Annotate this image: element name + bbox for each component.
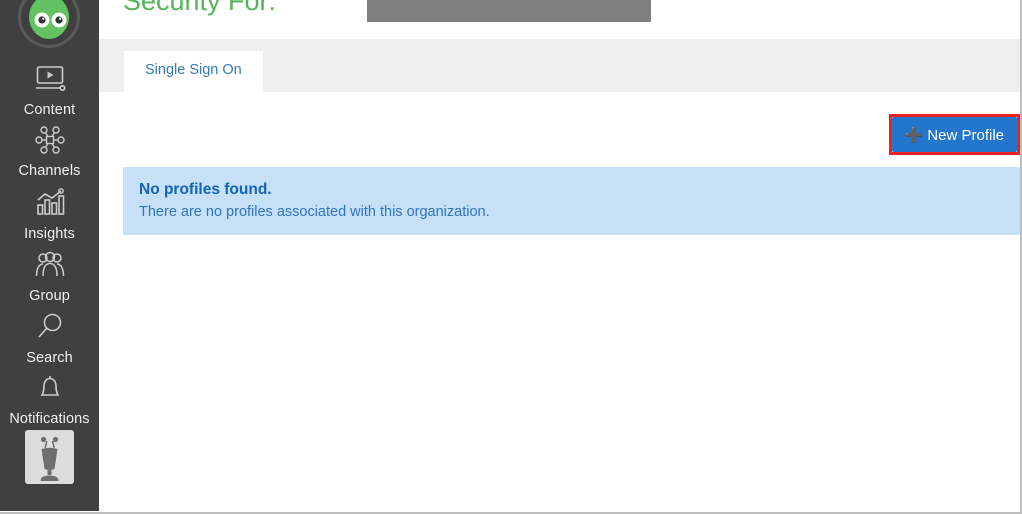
sidebar-item-content[interactable]: Content: [0, 64, 99, 118]
magnifier-icon: [0, 312, 99, 346]
sidebar-item-label: Notifications: [9, 411, 90, 427]
sidebar-item-group[interactable]: Group: [0, 250, 99, 304]
no-profiles-alert: No profiles found. There are no profiles…: [123, 167, 1020, 235]
plus-icon: ➕: [904, 126, 924, 144]
sidebar-item-search[interactable]: Search: [0, 312, 99, 366]
tab-single-sign-on[interactable]: Single Sign On: [124, 51, 263, 92]
new-profile-button-label: New Profile: [927, 126, 1004, 144]
app-window: Content Channels Insights Group Search N…: [0, 0, 1022, 514]
bar-chart-trend-icon: [0, 188, 99, 222]
content-toolbar: ➕ New Profile: [99, 92, 1020, 165]
green-alien-logo[interactable]: [18, 0, 80, 48]
bell-icon: [0, 373, 99, 407]
alert-message: There are no profiles associated with th…: [139, 204, 490, 220]
channels-network-icon: [0, 125, 99, 159]
new-profile-button[interactable]: ➕ New Profile: [891, 117, 1017, 152]
sidebar-navigation: Content Channels Insights Group Search N…: [0, 0, 99, 511]
people-group-icon: [0, 250, 99, 284]
user-avatar-robot[interactable]: [25, 430, 74, 484]
sidebar-item-insights[interactable]: Insights: [0, 188, 99, 242]
sidebar-item-notifications[interactable]: Notifications: [0, 373, 99, 427]
sidebar-item-label: Content: [23, 102, 76, 118]
page-header: Security For:: [99, 0, 1020, 39]
video-player-icon: [0, 64, 99, 98]
sidebar-item-label: Channels: [18, 163, 81, 179]
page-title: Security For:: [123, 0, 277, 16]
sidebar-item-channels[interactable]: Channels: [0, 125, 99, 179]
new-profile-highlight: ➕ New Profile: [888, 114, 1020, 155]
sidebar-item-label: Insights: [24, 226, 75, 242]
tab-label: Single Sign On: [145, 62, 242, 78]
main-content: ➕ New Profile No profiles found. There ar…: [99, 92, 1020, 512]
tab-bar: Single Sign On: [99, 39, 1020, 92]
redacted-organization-name: [367, 0, 651, 22]
avatar-robot-icon: [40, 436, 59, 481]
green-alien-logo-svg: [29, 0, 69, 39]
sidebar-item-label: Search: [26, 350, 73, 366]
alert-title: No profiles found.: [139, 181, 272, 198]
sidebar-item-label: Group: [29, 288, 70, 304]
